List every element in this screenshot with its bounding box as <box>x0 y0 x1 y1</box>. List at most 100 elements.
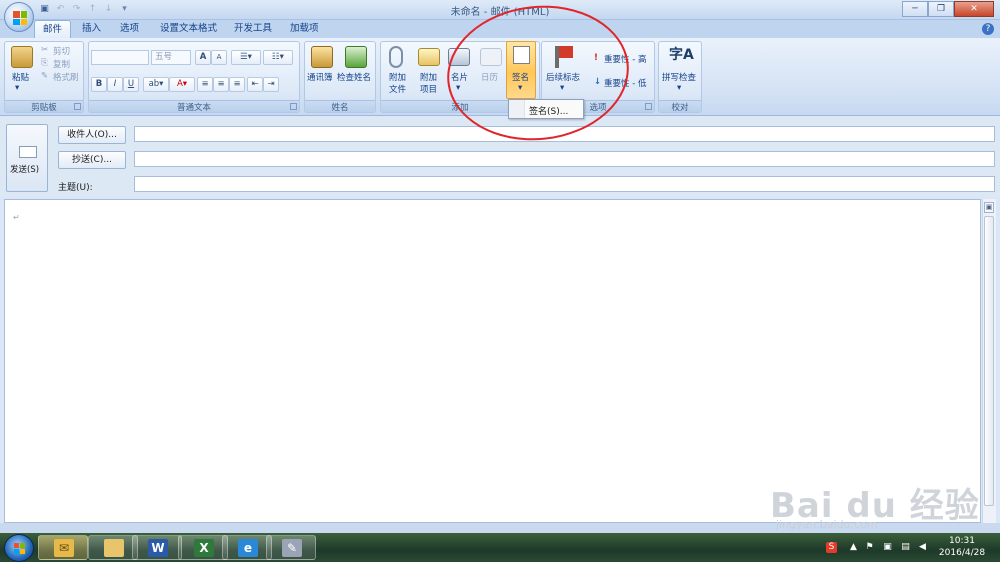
address-book-button[interactable]: 通讯簿 <box>307 71 333 83</box>
tab-options[interactable]: 选项 <box>112 20 147 38</box>
attach-file-button-line1[interactable]: 附加 <box>389 71 406 83</box>
align-right-icon[interactable]: ≡ <box>229 77 245 92</box>
maximize-button[interactable]: ❐ <box>928 1 954 17</box>
taskbar-explorer-app[interactable] <box>88 535 138 560</box>
window-controls: ─ ❐ ✕ <box>902 1 994 17</box>
paste-icon <box>11 46 33 68</box>
cc-field[interactable] <box>134 151 995 167</box>
taskbar-paint-app[interactable]: ✎ <box>266 535 316 560</box>
tray-monitor-icon[interactable]: ▣ <box>882 542 893 553</box>
qat-customize-icon[interactable]: ▾ <box>118 3 131 16</box>
check-names-icon <box>345 46 367 68</box>
tray-flag-icon[interactable]: ⚑ <box>864 542 875 553</box>
dialog-launcher-icon[interactable] <box>74 103 81 110</box>
decrease-indent-icon[interactable]: ⇤ <box>247 77 263 92</box>
taskbar-excel-app[interactable]: X <box>178 535 228 560</box>
signature-dropdown-icon: ▾ <box>518 83 523 93</box>
calendar-icon <box>480 48 502 66</box>
folder-icon <box>104 539 124 557</box>
group-label: 姓名 <box>305 100 375 113</box>
business-card-button[interactable]: 名片 <box>451 71 468 83</box>
follow-up-button[interactable]: 后续标志 <box>546 71 580 83</box>
high-importance-icon: ! <box>594 53 598 63</box>
follow-up-flag-icon <box>559 46 573 58</box>
send-button[interactable]: 发送(S) <box>6 124 48 192</box>
start-button[interactable] <box>4 534 34 562</box>
taskbar-word-app[interactable]: W <box>132 535 182 560</box>
tray-expand-icon[interactable]: ▲ <box>848 542 859 553</box>
tab-format-text[interactable]: 设置文本格式 <box>152 20 225 38</box>
paste-dropdown-icon[interactable]: ▾ <box>15 83 19 93</box>
attach-item-button-line1[interactable]: 附加 <box>420 71 437 83</box>
attach-item-button-line2[interactable]: 项目 <box>420 83 437 95</box>
tab-mail[interactable]: 邮件 <box>34 20 72 38</box>
tab-developer[interactable]: 开发工具 <box>226 20 280 38</box>
network-icon[interactable]: ▤ <box>900 542 911 553</box>
cc-button[interactable]: 抄送(C)... <box>58 151 126 169</box>
dialog-launcher-icon[interactable] <box>645 103 652 110</box>
font-color-icon[interactable]: A▾ <box>169 77 195 92</box>
up-icon[interactable]: ↑ <box>86 3 99 16</box>
system-clock[interactable]: 10:31 2016/4/28 <box>936 535 988 559</box>
dialog-launcher-icon[interactable] <box>290 103 297 110</box>
paste-button[interactable]: 粘贴 <box>12 71 29 83</box>
high-importance-button[interactable]: 重要性 - 高 <box>604 53 646 65</box>
check-names-button[interactable]: 检查姓名 <box>337 71 371 83</box>
low-importance-button[interactable]: 重要性 - 低 <box>604 77 646 89</box>
to-button[interactable]: 收件人(O)... <box>58 126 126 144</box>
font-name-combo[interactable] <box>91 50 149 65</box>
align-center-icon[interactable]: ≡ <box>213 77 229 92</box>
taskbar-ie-app[interactable]: e <box>222 535 272 560</box>
office-button[interactable] <box>4 2 34 32</box>
grow-font-button[interactable]: A <box>195 50 211 65</box>
save-icon[interactable]: ▣ <box>38 3 51 16</box>
minimize-button[interactable]: ─ <box>902 1 928 17</box>
spelling-dropdown-icon[interactable]: ▾ <box>677 83 681 93</box>
align-left-icon[interactable]: ≡ <box>197 77 213 92</box>
business-card-dropdown-icon[interactable]: ▾ <box>456 83 460 93</box>
taskbar-outlook-app[interactable]: ✉ <box>38 535 88 560</box>
message-body[interactable] <box>4 199 981 523</box>
office-logo-icon <box>13 11 27 25</box>
group-clipboard: 粘贴 ▾ ✂ 剪切 ⎘ 复制 ✎ 格式刷 剪贴板 <box>4 41 84 113</box>
help-icon[interactable]: ? <box>982 23 994 35</box>
numbering-icon[interactable]: ☷▾ <box>263 50 293 65</box>
follow-up-dropdown-icon[interactable]: ▾ <box>560 83 564 93</box>
format-painter-button[interactable]: 格式刷 <box>53 71 79 83</box>
bullets-icon[interactable]: ☰▾ <box>231 50 261 65</box>
down-icon[interactable]: ↓ <box>102 3 115 16</box>
cut-icon: ✂ <box>41 45 49 55</box>
subject-field[interactable] <box>134 176 995 192</box>
cut-button[interactable]: 剪切 <box>53 45 70 57</box>
tab-add-ins[interactable]: 加载项 <box>282 20 327 38</box>
group-names: 通讯簿 检查姓名 姓名 <box>304 41 376 113</box>
signature-menu-item[interactable]: 签名(S)... <box>529 104 568 117</box>
sogou-ime-icon[interactable]: S <box>826 542 837 553</box>
font-size-combo[interactable]: 五号 <box>151 50 191 65</box>
attach-file-button-line2[interactable]: 文件 <box>389 83 406 95</box>
highlight-icon[interactable]: ab▾ <box>143 77 169 92</box>
bold-button[interactable]: B <box>91 77 107 92</box>
shrink-font-button[interactable]: A <box>211 50 227 65</box>
italic-button[interactable]: I <box>107 77 123 92</box>
undo-icon[interactable]: ↶ <box>54 3 67 16</box>
scrollbar-thumb[interactable] <box>984 216 994 506</box>
volume-icon[interactable]: ◀ <box>917 542 928 553</box>
tab-insert[interactable]: 插入 <box>74 20 109 38</box>
redo-icon[interactable]: ↷ <box>70 3 83 16</box>
paint-icon: ✎ <box>282 539 302 557</box>
copy-button[interactable]: 复制 <box>53 58 70 70</box>
clock-date: 2016/4/28 <box>938 548 986 558</box>
calendar-button[interactable]: 日历 <box>481 71 498 83</box>
clock-time: 10:31 <box>949 536 975 546</box>
underline-button[interactable]: U <box>123 77 139 92</box>
increase-indent-icon[interactable]: ⇥ <box>263 77 279 92</box>
signature-label: 签名 <box>512 73 530 83</box>
spelling-button[interactable]: 拼写检查 <box>662 71 696 83</box>
close-button[interactable]: ✕ <box>954 1 994 17</box>
ruler-toggle-icon[interactable]: ▣ <box>984 202 994 213</box>
signature-button[interactable]: 签名 ▾ <box>506 41 536 99</box>
spelling-icon: 字A <box>669 47 694 63</box>
to-field[interactable] <box>134 126 995 142</box>
format-painter-icon: ✎ <box>41 71 49 81</box>
